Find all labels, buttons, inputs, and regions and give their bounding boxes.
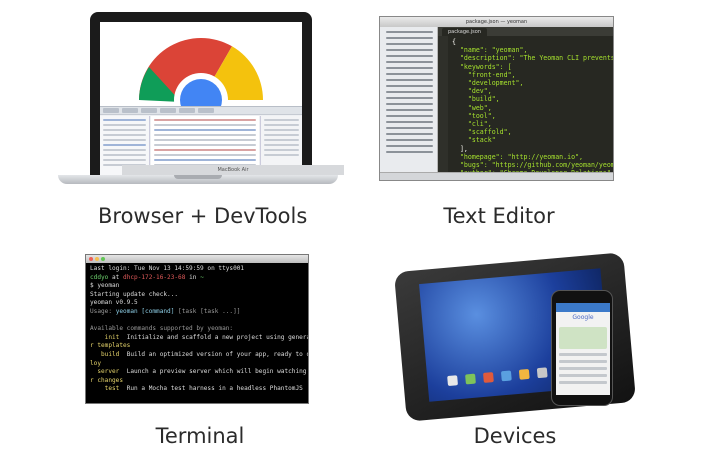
app-icon [465, 373, 476, 385]
command-name: server [90, 368, 120, 376]
devtools-tab[interactable] [179, 108, 195, 113]
code-line: "description": "The Yeoman CLI prevents … [459, 54, 614, 63]
editor-code: { "name": "yeoman", "description": "The … [448, 36, 614, 172]
command-description: Launch a preview server which will begin… [119, 368, 309, 376]
code-line: "keywords": [ [452, 62, 512, 71]
command-name: test [90, 385, 120, 393]
maximize-icon[interactable] [101, 257, 105, 261]
caption-devices: Devices [473, 424, 557, 448]
terminal-output[interactable]: Last login: Tue Nov 13 14:59:59 on ttys0… [86, 263, 309, 404]
caption-terminal: Terminal [155, 424, 245, 448]
code-line: "web", [452, 103, 492, 112]
terminal-line: yeoman v0.9.5 [90, 299, 138, 307]
close-icon[interactable] [89, 257, 93, 261]
app-icon [500, 370, 512, 382]
command-name: r changes [90, 376, 124, 384]
devtools-tab[interactable] [141, 108, 157, 113]
code-line: "bugs": "https://github.com/yeoman/yeoma… [459, 161, 614, 170]
command-description: Initialize and scaffold a new project us… [119, 333, 309, 341]
code-line: "tool", [452, 111, 496, 120]
browser-viewport [100, 22, 302, 127]
terminal-line: Available commands supported by yeoman: [90, 325, 234, 333]
command-name: loy [90, 359, 102, 367]
phone-map [559, 327, 607, 349]
command-name: init [90, 333, 120, 341]
command-description: Install a package from the clientside pa… [119, 403, 308, 404]
devtools-tab[interactable] [122, 108, 138, 113]
command-name: r templates [90, 342, 131, 350]
app-icon [518, 368, 530, 380]
command-name: install [90, 403, 120, 404]
code-line: "homepage": "http://yeoman.io", [452, 152, 584, 161]
prompt-path: ~ [200, 273, 204, 281]
command-description: Run a Mocha test harness in a headless P… [119, 385, 303, 393]
code-line: "name": "yeoman", [452, 46, 528, 55]
caption-browser-devtools: Browser + DevTools [98, 204, 308, 228]
prompt-host: dhcp-172-16-23-68 [123, 273, 186, 281]
command-name: build [90, 350, 120, 358]
text-editor-window: package.json — yeoman package.json { "na… [379, 16, 614, 181]
laptop-lid: MacBook Air [90, 12, 344, 175]
window-controls [89, 257, 105, 261]
devtools-tab[interactable] [160, 108, 176, 113]
minimize-icon[interactable] [95, 257, 99, 261]
code-line: "cli", [452, 120, 492, 129]
code-line: "front-end", [452, 70, 516, 79]
code-line: "scaffold", [452, 128, 512, 137]
app-icon [536, 367, 548, 379]
editor-gutter [438, 36, 448, 172]
laptop-brand-label: MacBook Air [122, 165, 344, 175]
terminal-title-bar [86, 255, 308, 263]
chrome-logo-icon [139, 37, 263, 127]
editor-sidebar [380, 27, 438, 172]
terminal-line: Last login: Tue Nov 13 14:59:59 on ttys0… [90, 265, 245, 272]
devtools-tab[interactable] [103, 108, 119, 113]
phone-status-bar [556, 303, 610, 312]
code-line: "stack" [452, 136, 496, 145]
code-line: "development", [452, 79, 524, 88]
devtools-tab[interactable] [198, 108, 214, 113]
editor-main: package.json { "name": "yeoman", "descri… [438, 27, 614, 172]
phone-illustration: Google [551, 290, 613, 406]
code-line: ], [452, 144, 468, 153]
editor-tab[interactable]: package.json [442, 28, 487, 36]
code-line: "build", [452, 95, 500, 104]
app-icon [483, 372, 494, 383]
app-icon [447, 375, 458, 387]
laptop-screen [100, 22, 302, 175]
laptop-illustration: MacBook Air [58, 12, 344, 192]
editor-title-bar: package.json — yeoman [380, 17, 613, 27]
code-line: "dev", [452, 87, 492, 96]
devtools-tabs [100, 107, 302, 115]
editor-tabs: package.json [438, 27, 613, 36]
editor-status-bar [380, 172, 613, 180]
phone-screen: Google [556, 303, 610, 395]
prompt-user: cddyo [90, 273, 109, 281]
phone-results [559, 353, 607, 388]
phone-google-logo: Google [572, 314, 594, 321]
command-description: Build an optimized version of your app, … [119, 350, 309, 358]
caption-text-editor: Text Editor [443, 204, 555, 228]
terminal-line: Starting update check... [90, 290, 179, 298]
laptop-notch [174, 175, 222, 179]
terminal-command: $ yeoman [90, 282, 120, 290]
code-line: { [452, 38, 456, 46]
terminal-window: Last login: Tue Nov 13 14:59:59 on ttys0… [85, 254, 309, 404]
editor-code-area[interactable]: { "name": "yeoman", "description": "The … [448, 36, 614, 172]
